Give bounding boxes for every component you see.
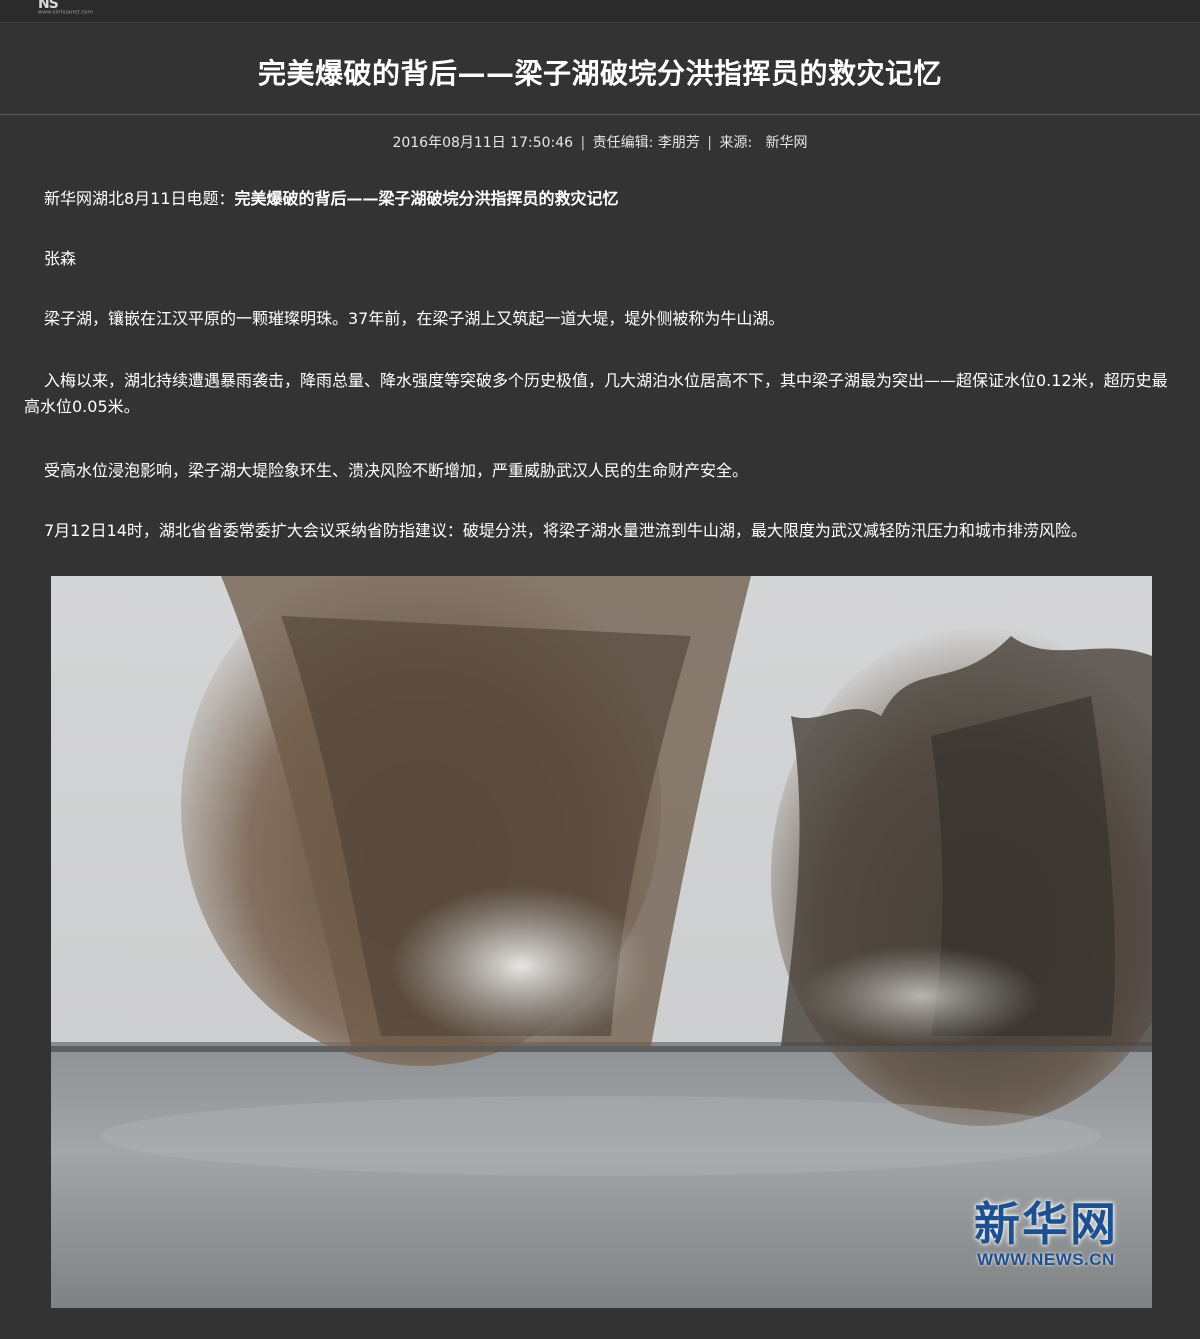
editor-label: 责任编辑: <box>592 135 654 151</box>
source-label: 来源: <box>719 135 753 151</box>
paragraph: 梁子湖，镶嵌在江汉平原的一颗璀璨明珠。37年前，在梁子湖上又筑起一道大堤，堤外侧… <box>44 309 785 328</box>
top-bar: NS www.xinhuanet.com <box>0 0 1200 23</box>
photo-watermark: 新华网 WWW.NEWS.CN <box>974 1198 1118 1270</box>
dateline-title: 完美爆破的背后——梁子湖破垸分洪指挥员的救灾记忆 <box>234 189 619 208</box>
article-photo: 新华网 WWW.NEWS.CN <box>51 576 1152 1308</box>
paragraph: 受高水位浸泡影响，梁子湖大堤险象环生、溃决风险不断增加，严重威胁武汉人民的生命财… <box>44 461 749 480</box>
site-logo[interactable]: NS www.xinhuanet.com <box>38 0 110 18</box>
source-name: 新华网 <box>765 135 808 151</box>
publish-datetime: 2016年08月11日 17:50:46 <box>392 135 574 151</box>
paragraph: 入梅以来，湖北持续遭遇暴雨袭击，降雨总量、降水强度等突破多个历史极值，几大湖泊水… <box>24 371 1168 416</box>
meta-separator: | <box>580 135 586 151</box>
editor-name: 李朋芳 <box>657 135 700 151</box>
dateline-prefix: 新华网湖北8月11日电题： <box>44 189 235 208</box>
dateline: 新华网湖北8月11日电题：完美爆破的背后——梁子湖破垸分洪指挥员的救灾记忆 <box>24 186 1174 212</box>
logo-url: www.xinhuanet.com <box>38 9 93 16</box>
page-title: 完美爆破的背后——梁子湖破垸分洪指挥员的救灾记忆 <box>257 57 942 90</box>
title-section: 完美爆破的背后——梁子湖破垸分洪指挥员的救灾记忆 <box>0 22 1200 115</box>
article-meta: 2016年08月11日 17:50:46 | 责任编辑: 李朋芳 | 来源: 新… <box>0 132 1180 152</box>
paragraph: 7月12日14时，湖北省省委常委扩大会议采纳省防指建议：破堤分洪，将梁子湖水量泄… <box>44 521 1087 540</box>
meta-separator: | <box>707 135 713 151</box>
watermark-cn: 新华网 <box>974 1197 1118 1251</box>
watermark-en: WWW.NEWS.CN <box>977 1250 1115 1269</box>
author-name: 张森 <box>44 249 77 268</box>
